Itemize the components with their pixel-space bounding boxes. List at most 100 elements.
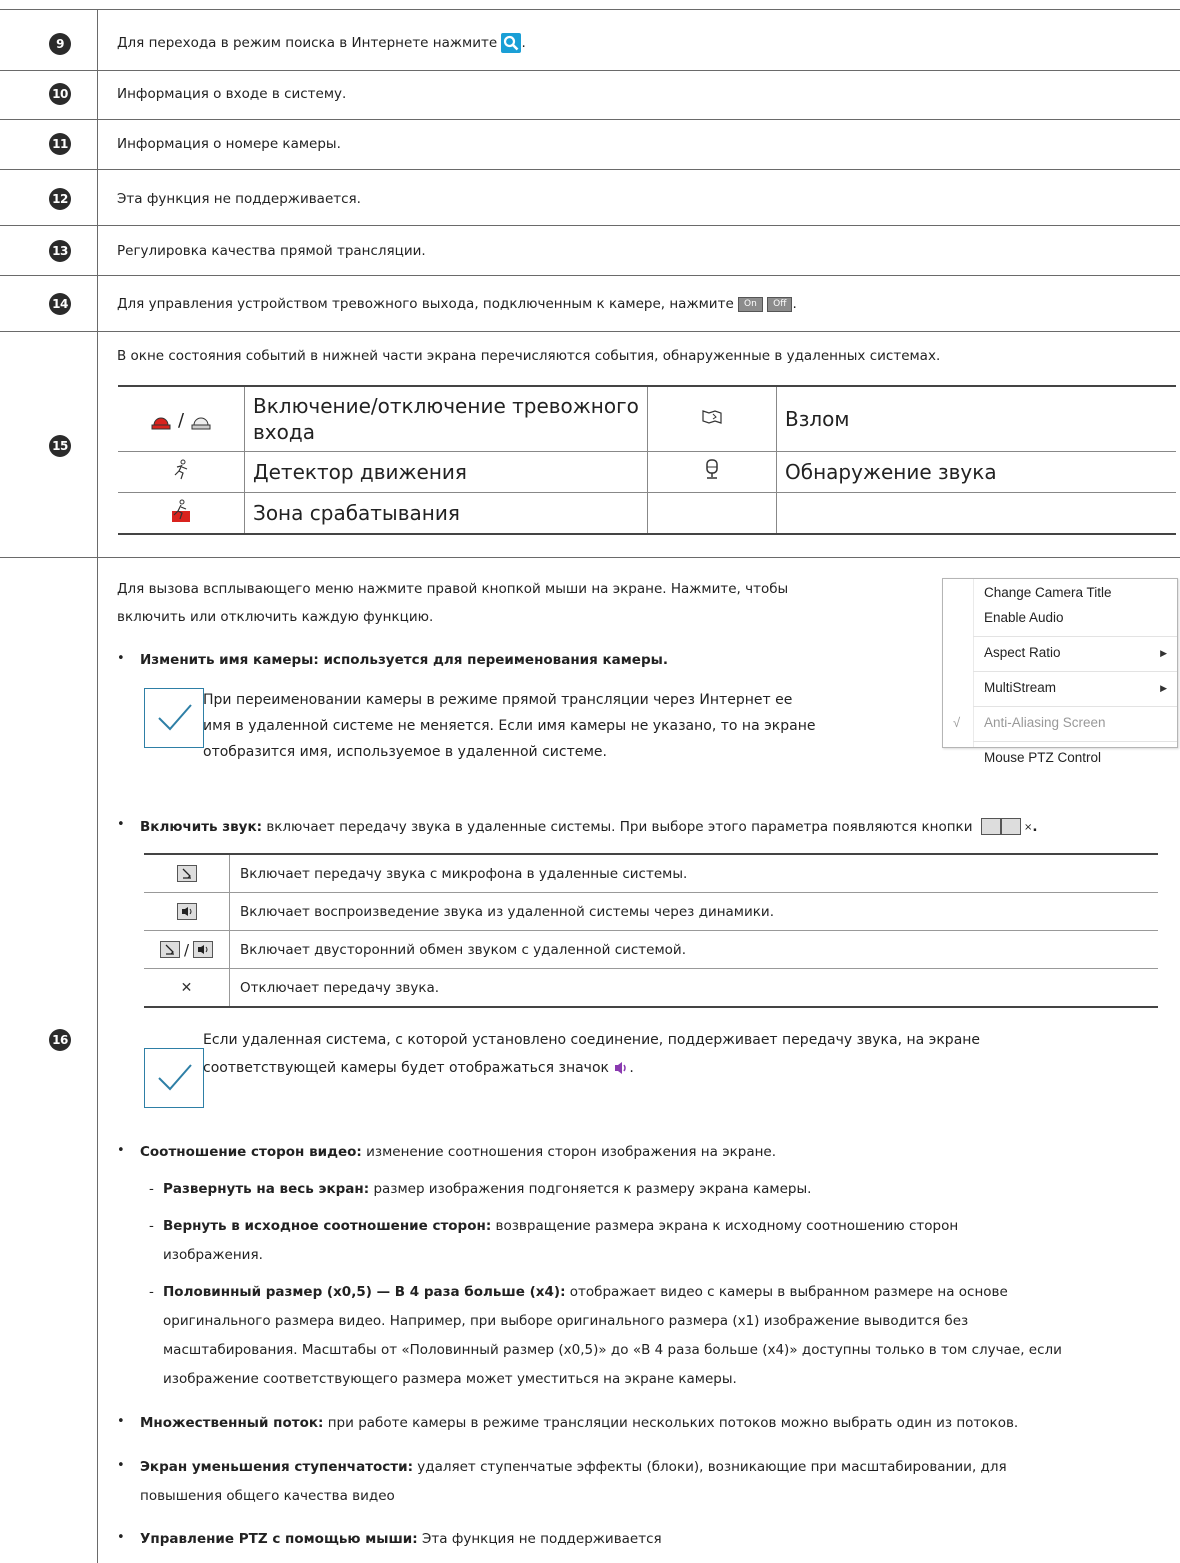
- half-line4: изображение соответствующего размера мож…: [163, 1371, 737, 1387]
- aspect-line: Соотношение сторон видео: изменение соот…: [140, 1142, 776, 1162]
- tamper-icon-cell: [647, 385, 777, 452]
- row-number-16: 16: [49, 1029, 71, 1051]
- audio-heading: Включить звук:: [140, 819, 263, 835]
- orig-line2: изображения.: [163, 1247, 263, 1263]
- section16-intro-line1: Для вызова всплывающего меню нажмите пра…: [117, 581, 789, 597]
- audio-row-text: Включает воспроизведение звука из удален…: [229, 892, 1158, 931]
- menu-item-mouse-ptz-control[interactable]: Mouse PTZ Control: [984, 750, 1101, 765]
- audio-row-text: Включает двусторонний обмен звуком с уда…: [229, 930, 1158, 969]
- alarm-on-button[interactable]: On: [738, 296, 763, 312]
- speaker-button-icon: [193, 941, 214, 958]
- aspect-text: изменение соотношения сторон изображения…: [366, 1144, 777, 1160]
- audio-table: Включает передачу звука с микрофона в уд…: [144, 853, 1158, 1008]
- menu-item-anti-aliasing-screen[interactable]: Anti-Aliasing Screen: [984, 715, 1106, 730]
- row-14-label: Для управления устройством тревожного вы…: [117, 296, 734, 312]
- trip-zone-icon-cell: [118, 492, 245, 535]
- search-icon[interactable]: [501, 33, 522, 53]
- audio-buttons-icon: ×: [980, 816, 1032, 838]
- row-divider: [0, 225, 1180, 226]
- orig-text: возвращение размера экрана к исходному с…: [495, 1218, 959, 1234]
- audio-detect-label: Обнаружение звука: [776, 451, 1176, 493]
- multi-heading: Множественный поток:: [140, 1415, 324, 1431]
- motion-icon: [174, 459, 188, 479]
- menu-separator: [973, 706, 1177, 707]
- two-way-icon-cell: /: [144, 930, 230, 969]
- alarm-label-cell: Включение/отключение тревожного входа: [244, 385, 648, 452]
- trip-zone-icon: [172, 499, 190, 522]
- alarm-on-icon: [151, 417, 171, 429]
- menu-check-icon: √: [953, 715, 961, 730]
- row-divider: [0, 9, 1180, 10]
- menu-item-enable-audio[interactable]: Enable Audio: [984, 610, 1064, 625]
- half-line2: оригинального размера видео. Например, п…: [163, 1313, 969, 1329]
- aa-heading: Экран уменьшения ступенчатости:: [140, 1459, 413, 1475]
- audio-row-text: Включает передачу звука с микрофона в уд…: [229, 853, 1158, 893]
- dash: -: [149, 1181, 154, 1197]
- motion-icon-cell: [118, 451, 245, 493]
- aa-line: Экран уменьшения ступенчатости: удаляет …: [140, 1457, 1007, 1477]
- row-divider: [0, 70, 1180, 71]
- microphone-button-icon: [176, 865, 197, 882]
- note-check-icon: [144, 1048, 204, 1108]
- row-9-label: Для перехода в режим поиска в Интернете …: [117, 35, 498, 51]
- row-number-10: 10: [49, 83, 71, 105]
- mic-icon-cell: [144, 853, 230, 893]
- section16-intro-line2: включить или отключить каждую функцию.: [117, 609, 434, 625]
- submenu-arrow-icon: ▶: [1160, 648, 1167, 658]
- bullet: •: [117, 651, 125, 666]
- mute-icon-cell: ✕: [144, 968, 230, 1008]
- aa-line2: повышения общего качества видео: [140, 1488, 395, 1504]
- note2-text: соответствующей камеры будет отображатьс…: [203, 1060, 609, 1076]
- row-9-period: .: [521, 35, 526, 51]
- aa-text: удаляет ступенчатые эффекты (блоки), воз…: [417, 1459, 1007, 1475]
- orig-heading: Вернуть в исходное соотношение сторон:: [163, 1218, 492, 1234]
- speaker-button-icon: [176, 903, 197, 920]
- microphone-icon: [706, 458, 718, 479]
- note1-line1: При переименовании камеры в режиме прямо…: [203, 692, 793, 708]
- menu-separator: [973, 671, 1177, 672]
- menu-gutter: [973, 579, 974, 747]
- audio-detect-icon-cell: [647, 451, 777, 493]
- row-10-text: Информация о входе в систему.: [117, 86, 347, 102]
- menu-item-aspect-ratio[interactable]: Aspect Ratio: [984, 645, 1061, 660]
- note2-line1: Если удаленная система, с которой устано…: [203, 1032, 981, 1048]
- orig-line: Вернуть в исходное соотношение сторон: в…: [163, 1216, 958, 1236]
- menu-separator: [973, 636, 1177, 637]
- row-number-15: 15: [49, 435, 71, 457]
- half-heading: Половинный размер (x0,5) — В 4 раза боль…: [163, 1284, 566, 1300]
- row-14-text: Для управления устройством тревожного вы…: [117, 294, 797, 314]
- alarm-off-button[interactable]: Off: [767, 296, 793, 312]
- bullet: •: [117, 1530, 125, 1545]
- fit-heading: Развернуть на весь экран:: [163, 1181, 370, 1197]
- event-icons-table: / Включение/отключение тревожного входа …: [118, 385, 1176, 535]
- row-divider: [0, 169, 1180, 170]
- menu-item-multistream[interactable]: MultiStream: [984, 680, 1056, 695]
- speaker-icon-cell: [144, 892, 230, 931]
- multi-text: при работе камеры в режиме трансляции не…: [327, 1415, 1019, 1431]
- row-divider: [0, 557, 1180, 558]
- rename-heading: Изменить имя камеры: используется для пе…: [140, 652, 668, 668]
- menu-item-change-camera-title[interactable]: Change Camera Title: [984, 585, 1112, 600]
- fit-line: Развернуть на весь экран: размер изображ…: [163, 1179, 811, 1199]
- row-number-11: 11: [49, 133, 71, 155]
- close-icon: ✕: [180, 979, 193, 996]
- row-15-text: В окне состояния событий в нижней части …: [117, 348, 941, 364]
- note1-line3: отобразится имя, используемое в удаленно…: [203, 744, 607, 760]
- note1-line2: имя в удаленной системе не меняется. Есл…: [203, 718, 816, 734]
- note2-period: .: [629, 1060, 634, 1076]
- microphone-button-icon: [159, 941, 180, 958]
- bullet: •: [117, 1414, 125, 1429]
- speaker-status-icon: [615, 1062, 627, 1074]
- audio-description: включает передачу звука в удаленные сист…: [266, 819, 973, 835]
- context-menu: Change Camera Title Enable Audio Aspect …: [942, 578, 1178, 765]
- half-line: Половинный размер (x0,5) — В 4 раза боль…: [163, 1282, 1008, 1302]
- audio-line: Включить звук: включает передачу звука в…: [140, 816, 1037, 838]
- ptz-line: Управление PTZ с помощью мыши: Эта функц…: [140, 1529, 662, 1549]
- submenu-arrow-icon: ▶: [1160, 683, 1167, 693]
- note2-line2: соответствующей камеры будет отображатьс…: [203, 1058, 634, 1078]
- row-number-9: 9: [49, 33, 71, 55]
- row-11-text: Информация о номере камеры.: [117, 136, 341, 152]
- alarm-sep: /: [177, 410, 185, 431]
- bullet: •: [117, 817, 125, 832]
- half-line3: масштабирования. Масштабы от «Половинный…: [163, 1342, 1062, 1358]
